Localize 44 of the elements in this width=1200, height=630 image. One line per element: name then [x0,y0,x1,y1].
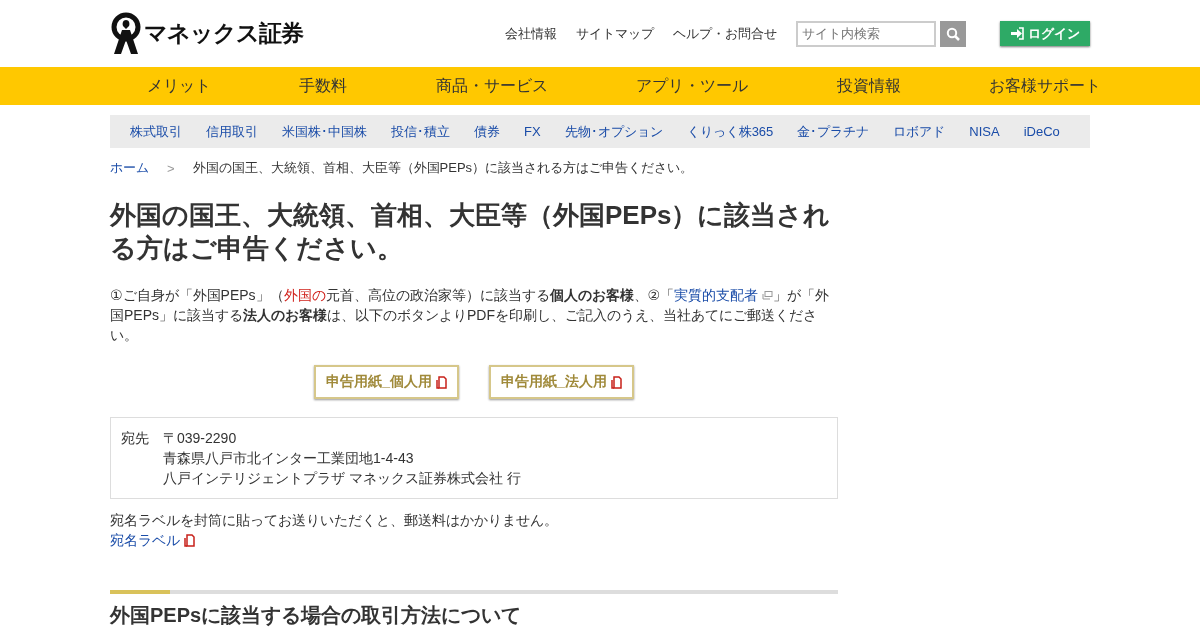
sub-nav-item[interactable]: 米国株･中国株 [282,122,367,141]
new-window-icon [762,291,774,300]
section-heading: 外国PEPsに該当する場合の取引方法について [110,603,523,628]
search-icon [946,26,960,41]
address-line: 青森県八戸市北インター工業団地1-4-43 [163,449,415,468]
inline-link[interactable]: 実質的支配者 [674,287,774,303]
pdf-document-icon [184,533,195,547]
breadcrumb-link[interactable]: ホーム [110,159,149,177]
sub-nav-item[interactable]: iDeCo [1023,124,1060,139]
label-pdf-link[interactable]: 宛名ラベル [110,530,195,550]
page-title: 外国の国王、大統領、首相、大臣等（外国PEPs）に該当される方はご申告ください。 [110,199,832,265]
breadcrumb-separator: > [167,160,175,176]
address-line: 〒039-2290 [163,429,238,448]
main-nav-item[interactable]: メリット [147,75,211,97]
search-field[interactable]: サイト内検索 [796,20,936,47]
header-link[interactable]: ヘルプ・お問合せ [673,24,777,43]
address-label: 宛先 [121,429,149,448]
main-nav-item[interactable]: アプリ・ツール [636,75,749,97]
sub-nav-item[interactable]: 金･プラチナ [797,122,870,141]
main-nav-item[interactable]: 投資情報 [836,75,901,97]
sign-in-icon [1010,27,1024,40]
main-nav-item[interactable]: 手数料 [299,75,348,97]
header-link[interactable]: 会社情報 [505,24,557,43]
sub-nav-item[interactable]: 先物･オプション [564,122,663,141]
sub-nav-item[interactable]: 信用取引 [206,122,258,141]
sub-nav-item[interactable]: 債券 [474,122,500,141]
pdf-document-icon [610,375,622,389]
main-nav-item[interactable]: お客様サポート [988,75,1101,97]
main-nav-item[interactable]: 商品・サービス [435,75,548,97]
intro-paragraph: ①ご自身が「外国PEPs」（外国の元首、高位の政治家等）に該当する個人のお客様、②「実質的支配者 」が「外国PEPs」に該当する法人のお客様は、以下のボタンよりPDFを印刷し、ご記入のうえ、当社あてにご郵送ください。 [110,286,831,345]
breadcrumb-current: 外国の国王、大統領、首相、大臣等（外国PEPs）に該当される方はご申告ください。 [192,159,694,177]
logo-text: マネックス証券 [144,19,303,48]
address-line: 八戸インテリジェントプラザ マネックス証券株式会社 行 [163,469,521,488]
search-button[interactable] [940,20,966,47]
note-text: 宛名ラベルを封筒に貼ってお送りいただくと、郵送料はかかりません。 [110,511,559,530]
sub-nav-item[interactable]: ロボアド [893,122,946,141]
header-link[interactable]: サイトマップ [576,24,654,43]
logo-mascot-icon [110,12,142,55]
sub-nav-item[interactable]: 投信･積立 [391,122,450,141]
pdf-document-icon [436,375,447,389]
sub-nav-item[interactable]: 株式取引 [130,122,182,141]
sub-nav-item[interactable]: くりっく株365 [686,122,774,141]
sub-nav-item[interactable]: NISA [969,124,1000,139]
sub-nav-item[interactable]: FX [524,124,541,139]
